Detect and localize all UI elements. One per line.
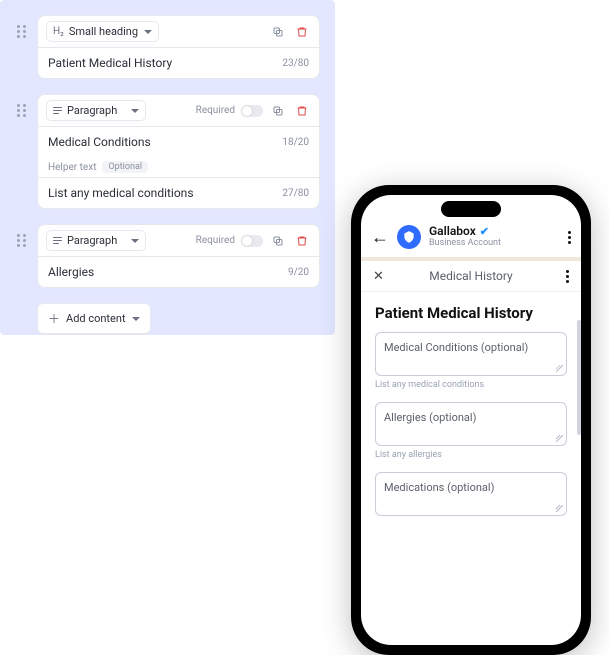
kebab-menu-icon[interactable] (566, 270, 569, 283)
block-type-label: Paragraph (67, 104, 117, 117)
drag-handle-icon[interactable] (17, 25, 27, 38)
paragraph-icon (53, 237, 62, 245)
form-preview: Patient Medical History Medical Conditio… (361, 292, 581, 516)
block-type-label: Paragraph (67, 234, 117, 247)
block-paragraph: Paragraph Required Medical Conditions 18… (15, 94, 320, 209)
field-hint: List any allergies (375, 450, 567, 460)
copy-button[interactable] (269, 232, 287, 250)
copy-button[interactable] (269, 102, 287, 120)
required-toggle[interactable] (241, 105, 263, 117)
char-count: 18/20 (282, 137, 309, 148)
textarea-allergies[interactable]: Allergies (optional) (375, 402, 567, 446)
kebab-menu-icon[interactable] (568, 231, 571, 244)
chevron-down-icon (131, 109, 139, 113)
chat-header: ← Gallabox ✔ Business Account (361, 215, 581, 261)
sheet-header: ✕ Medical History (361, 261, 581, 292)
chevron-down-icon (132, 317, 140, 321)
char-count: 27/80 (282, 188, 309, 199)
add-content-button[interactable]: ＋ Add content (37, 303, 151, 334)
phone-mockup: ← Gallabox ✔ Business Account ✕ Medical H… (351, 185, 591, 655)
textarea-medications[interactable]: Medications (optional) (375, 472, 567, 516)
block-value-input[interactable]: Allergies 9/20 (38, 257, 319, 287)
copy-button[interactable] (269, 23, 287, 41)
account-type: Business Account (429, 239, 501, 249)
delete-button[interactable] (293, 232, 311, 250)
sheet-title: Medical History (373, 269, 569, 283)
block-type-select[interactable]: Paragraph (46, 230, 146, 251)
plus-icon: ＋ (48, 310, 60, 327)
brand-name: Gallabox (429, 225, 476, 238)
back-icon[interactable]: ← (371, 227, 389, 248)
block-heading: H₂ Small heading Patient Medical History … (15, 15, 320, 79)
optional-badge: Optional (102, 161, 148, 173)
paragraph-icon (53, 107, 62, 115)
chevron-down-icon (131, 239, 139, 243)
block-type-select[interactable]: Paragraph (46, 100, 146, 121)
helper-value-input[interactable]: List any medical conditions 27/80 (38, 178, 319, 208)
delete-button[interactable] (293, 102, 311, 120)
block-paragraph: Paragraph Required Allergies 9/20 (15, 224, 320, 288)
block-type-label: Small heading (69, 25, 138, 38)
block-value-input[interactable]: Patient Medical History 23/80 (38, 48, 319, 78)
required-label: Required (196, 105, 235, 116)
char-count: 9/20 (288, 267, 309, 278)
block-type-select[interactable]: H₂ Small heading (46, 21, 159, 42)
brand-avatar (397, 225, 421, 249)
drag-handle-icon[interactable] (17, 234, 27, 247)
char-count: 23/80 (282, 58, 309, 69)
close-icon[interactable]: ✕ (373, 269, 384, 284)
phone-notch (441, 201, 501, 217)
chevron-down-icon (144, 30, 152, 34)
required-toggle[interactable] (241, 235, 263, 247)
block-value-input[interactable]: Medical Conditions 18/20 (38, 127, 319, 157)
textarea-medical-conditions[interactable]: Medical Conditions (optional) (375, 332, 567, 376)
field-hint: List any medical conditions (375, 380, 567, 390)
h2-icon: H₂ (53, 26, 64, 37)
form-title: Patient Medical History (375, 304, 567, 322)
helper-text-row: Helper text Optional (38, 157, 319, 178)
delete-button[interactable] (293, 23, 311, 41)
scrollbar[interactable] (577, 320, 581, 435)
verified-icon: ✔ (480, 226, 489, 238)
required-label: Required (196, 235, 235, 246)
drag-handle-icon[interactable] (17, 104, 27, 117)
form-builder-panel: H₂ Small heading Patient Medical History … (0, 0, 335, 335)
